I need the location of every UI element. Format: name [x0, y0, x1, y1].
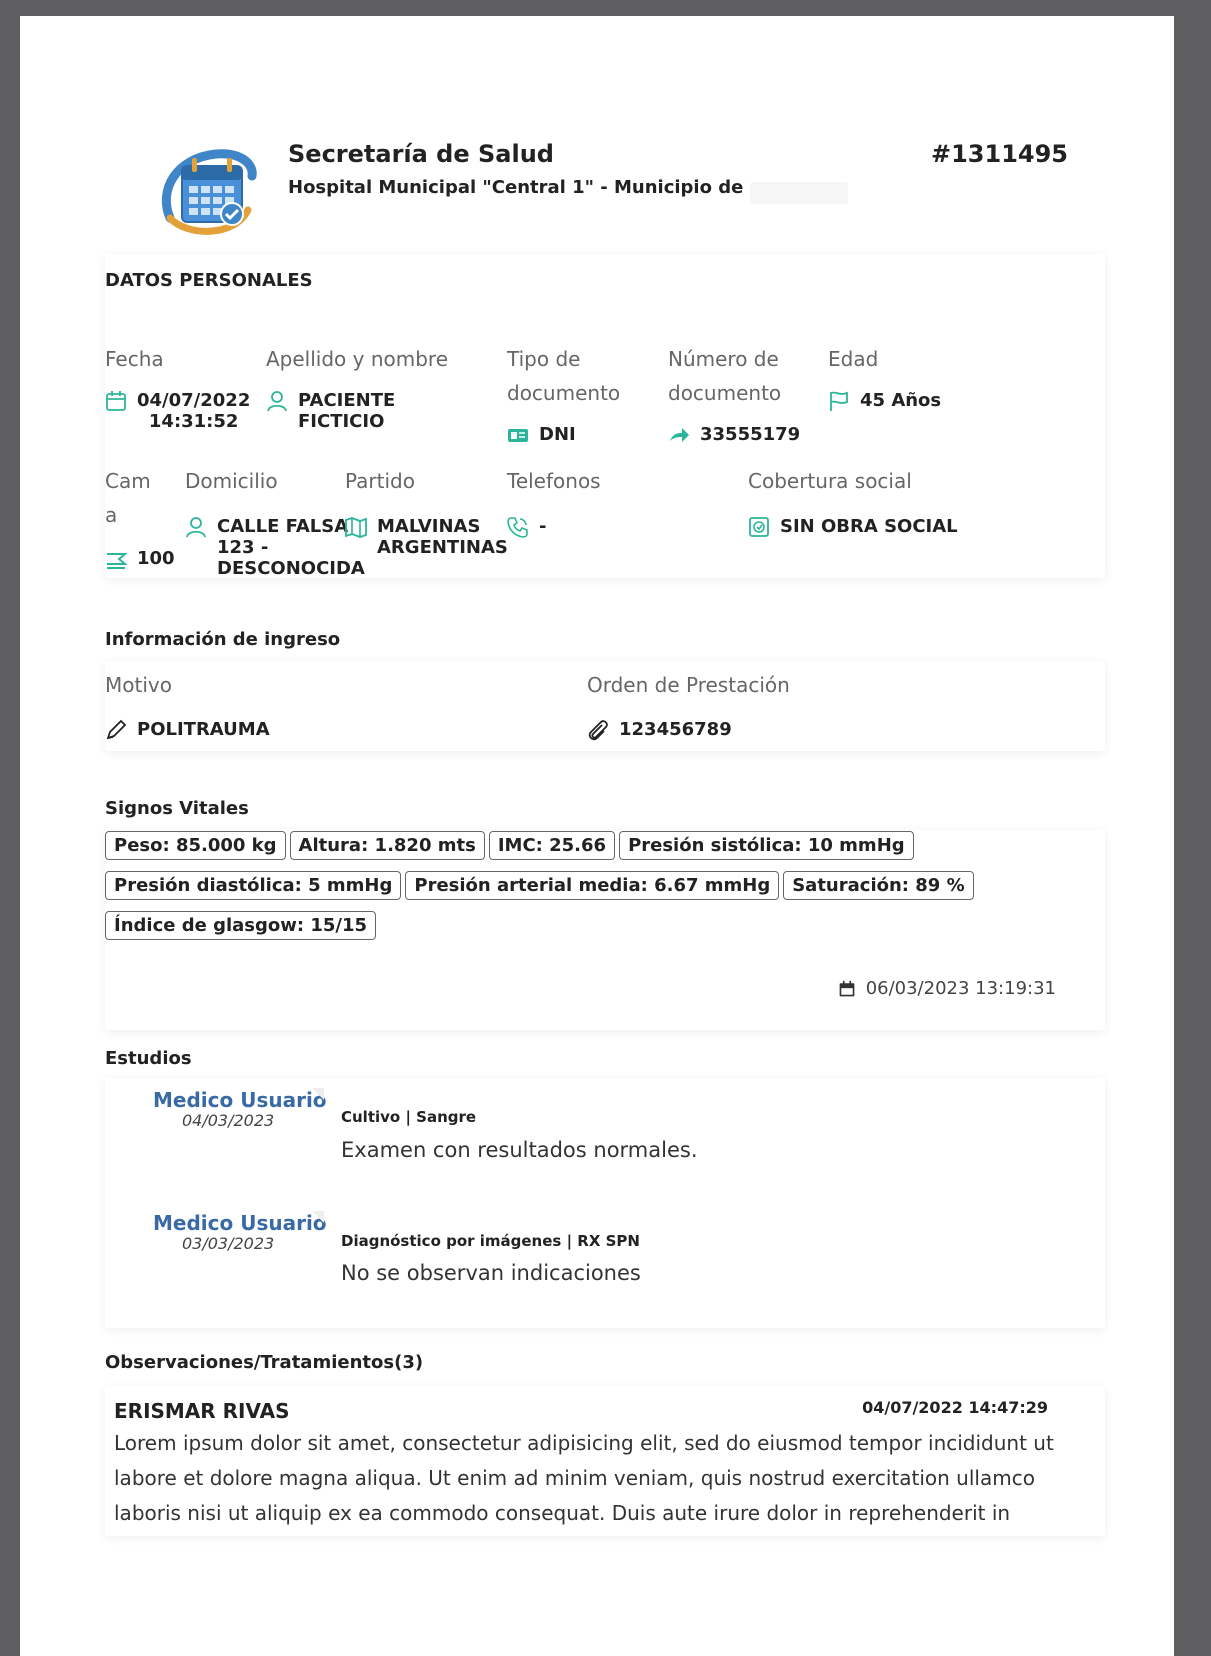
section-title-personal: DATOS PERSONALES [105, 270, 313, 291]
partido-text: MALVINAS ARGENTINAS [377, 516, 508, 558]
map-pin-user-icon [185, 516, 207, 538]
obs-author: ERISMAR RIVAS [114, 1399, 290, 1423]
num-doc-label: Número de documento [668, 347, 782, 405]
study-date: 03/03/2023 [182, 1234, 275, 1253]
share-icon [668, 424, 690, 446]
cama-label: Cam a [105, 469, 151, 527]
nombre-text: PACIENTE FICTICIO [298, 390, 396, 432]
telefonos-text: - [539, 516, 547, 537]
tipo-doc-text: DNI [539, 424, 576, 445]
domicilio-text: CALLE FALSA 123 - DESCONOCIDA [217, 516, 365, 579]
section-title-vitales: Signos Vitales [105, 798, 249, 819]
study-author: Medico Usuario [153, 1088, 327, 1112]
telefonos-label: Telefonos [507, 469, 601, 493]
vital-saturacion: Saturación: 89 % [783, 871, 974, 900]
tipo-doc-value: DNI [507, 424, 576, 446]
redacted-block [750, 182, 848, 204]
paperclip-icon [587, 719, 609, 741]
section-title-ingreso: Información de ingreso [105, 629, 341, 650]
bed-icon [105, 548, 128, 570]
vital-peso: Peso: 85.000 kg [105, 831, 286, 860]
study-tick [312, 1211, 324, 1223]
cobertura-text: SIN OBRA SOCIAL [780, 516, 958, 537]
cama-text: 100 [137, 548, 175, 569]
partido-value: MALVINAS ARGENTINAS [345, 516, 508, 558]
calendar-small-icon [838, 980, 856, 998]
org-subtitle: Hospital Municipal "Central 1" - Municip… [288, 177, 744, 198]
study-result: Examen con resultados normales. [341, 1138, 698, 1162]
flag-icon [828, 390, 850, 412]
study-type: Diagnóstico por imágenes | RX SPN [341, 1232, 640, 1250]
study-type: Cultivo | Sangre [341, 1108, 477, 1126]
document-header: Secretaría de Salud Hospital Municipal "… [20, 16, 1174, 256]
obs-line: laboris nisi ut aliquip ex ea commodo co… [114, 1501, 1011, 1525]
pencil-icon [105, 719, 127, 741]
obs-line: Lorem ipsum dolor sit amet, consectetur … [114, 1431, 1054, 1455]
tipo-doc-label: Tipo de documento [507, 347, 621, 405]
num-doc-value: 33555179 [668, 424, 800, 446]
vital-imc: IMC: 25.66 [488, 831, 616, 860]
fecha-text: 04/07/2022 14:31:52 [137, 390, 251, 432]
study-date: 04/03/2023 [182, 1111, 275, 1130]
orden-text: 123456789 [619, 719, 732, 740]
orden-label: Orden de Prestación [587, 673, 790, 697]
fecha-value: 04/07/2022 14:31:52 [105, 390, 250, 432]
section-title-estudios: Estudios [105, 1048, 192, 1069]
obs-line: labore et dolore magna aliqua. Ut enim a… [114, 1466, 1035, 1490]
user-icon [266, 390, 288, 412]
nombre-value: PACIENTE FICTICIO [266, 390, 395, 432]
vital-glasgow: Índice de glasgow: 15/15 [105, 911, 377, 940]
vital-signs-row-3: Índice de glasgow: 15/15 [105, 911, 380, 952]
obs-text: Lorem ipsum dolor sit amet, consectetur … [114, 1426, 1079, 1531]
map-icon [345, 516, 367, 538]
domicilio-label: Domicilio [185, 469, 278, 493]
cobertura-label: Cobertura social [748, 469, 912, 493]
vital-presion-media: Presión arterial media: 6.67 mmHg [405, 871, 780, 900]
study-tick [312, 1088, 324, 1100]
calendar-logo-icon [156, 140, 262, 240]
fecha-label: Fecha [105, 347, 164, 371]
vital-altura: Altura: 1.820 mts [289, 831, 485, 860]
obs-date: 04/07/2022 14:47:29 [862, 1398, 1048, 1417]
domicilio-value: CALLE FALSA 123 - DESCONOCIDA [185, 516, 365, 579]
record-number: #1311495 [930, 140, 1068, 168]
vital-presion-diastolica: Presión diastólica: 5 mmHg [105, 871, 402, 900]
motivo-value: POLITRAUMA [105, 719, 270, 741]
section-title-observaciones: Observaciones/Tratamientos(3) [105, 1352, 424, 1373]
vitales-timestamp-text: 06/03/2023 13:19:31 [865, 978, 1056, 999]
org-title: Secretaría de Salud [288, 140, 554, 168]
phone-icon [507, 516, 529, 538]
edad-text: 45 Años [860, 390, 942, 411]
partido-label: Partido [345, 469, 415, 493]
num-doc-text: 33555179 [700, 424, 801, 445]
vital-presion-sistolica: Presión sistólica: 10 mmHg [619, 831, 914, 860]
cama-value: 100 [105, 548, 175, 570]
id-card-icon [507, 424, 529, 446]
edad-value: 45 Años [828, 390, 941, 412]
cobertura-value: SIN OBRA SOCIAL [748, 516, 958, 538]
medical-box-icon [748, 516, 770, 538]
calendar-icon [105, 390, 127, 412]
study-author: Medico Usuario [153, 1211, 327, 1235]
vitales-timestamp: 06/03/2023 13:19:31 [838, 978, 1056, 999]
orden-value: 123456789 [587, 719, 732, 741]
document-page: Secretaría de Salud Hospital Municipal "… [20, 16, 1174, 1656]
motivo-text: POLITRAUMA [137, 719, 270, 740]
telefonos-value: - [507, 516, 546, 538]
study-result: No se observan indicaciones [341, 1261, 641, 1285]
vital-signs-row-2: Presión diastólica: 5 mmHg Presión arteri… [105, 871, 978, 912]
edad-label: Edad [828, 347, 879, 371]
motivo-label: Motivo [105, 673, 172, 697]
vital-signs-row-1: Peso: 85.000 kg Altura: 1.820 mts IMC: 25.… [105, 831, 918, 872]
nombre-label: Apellido y nombre [266, 347, 449, 371]
